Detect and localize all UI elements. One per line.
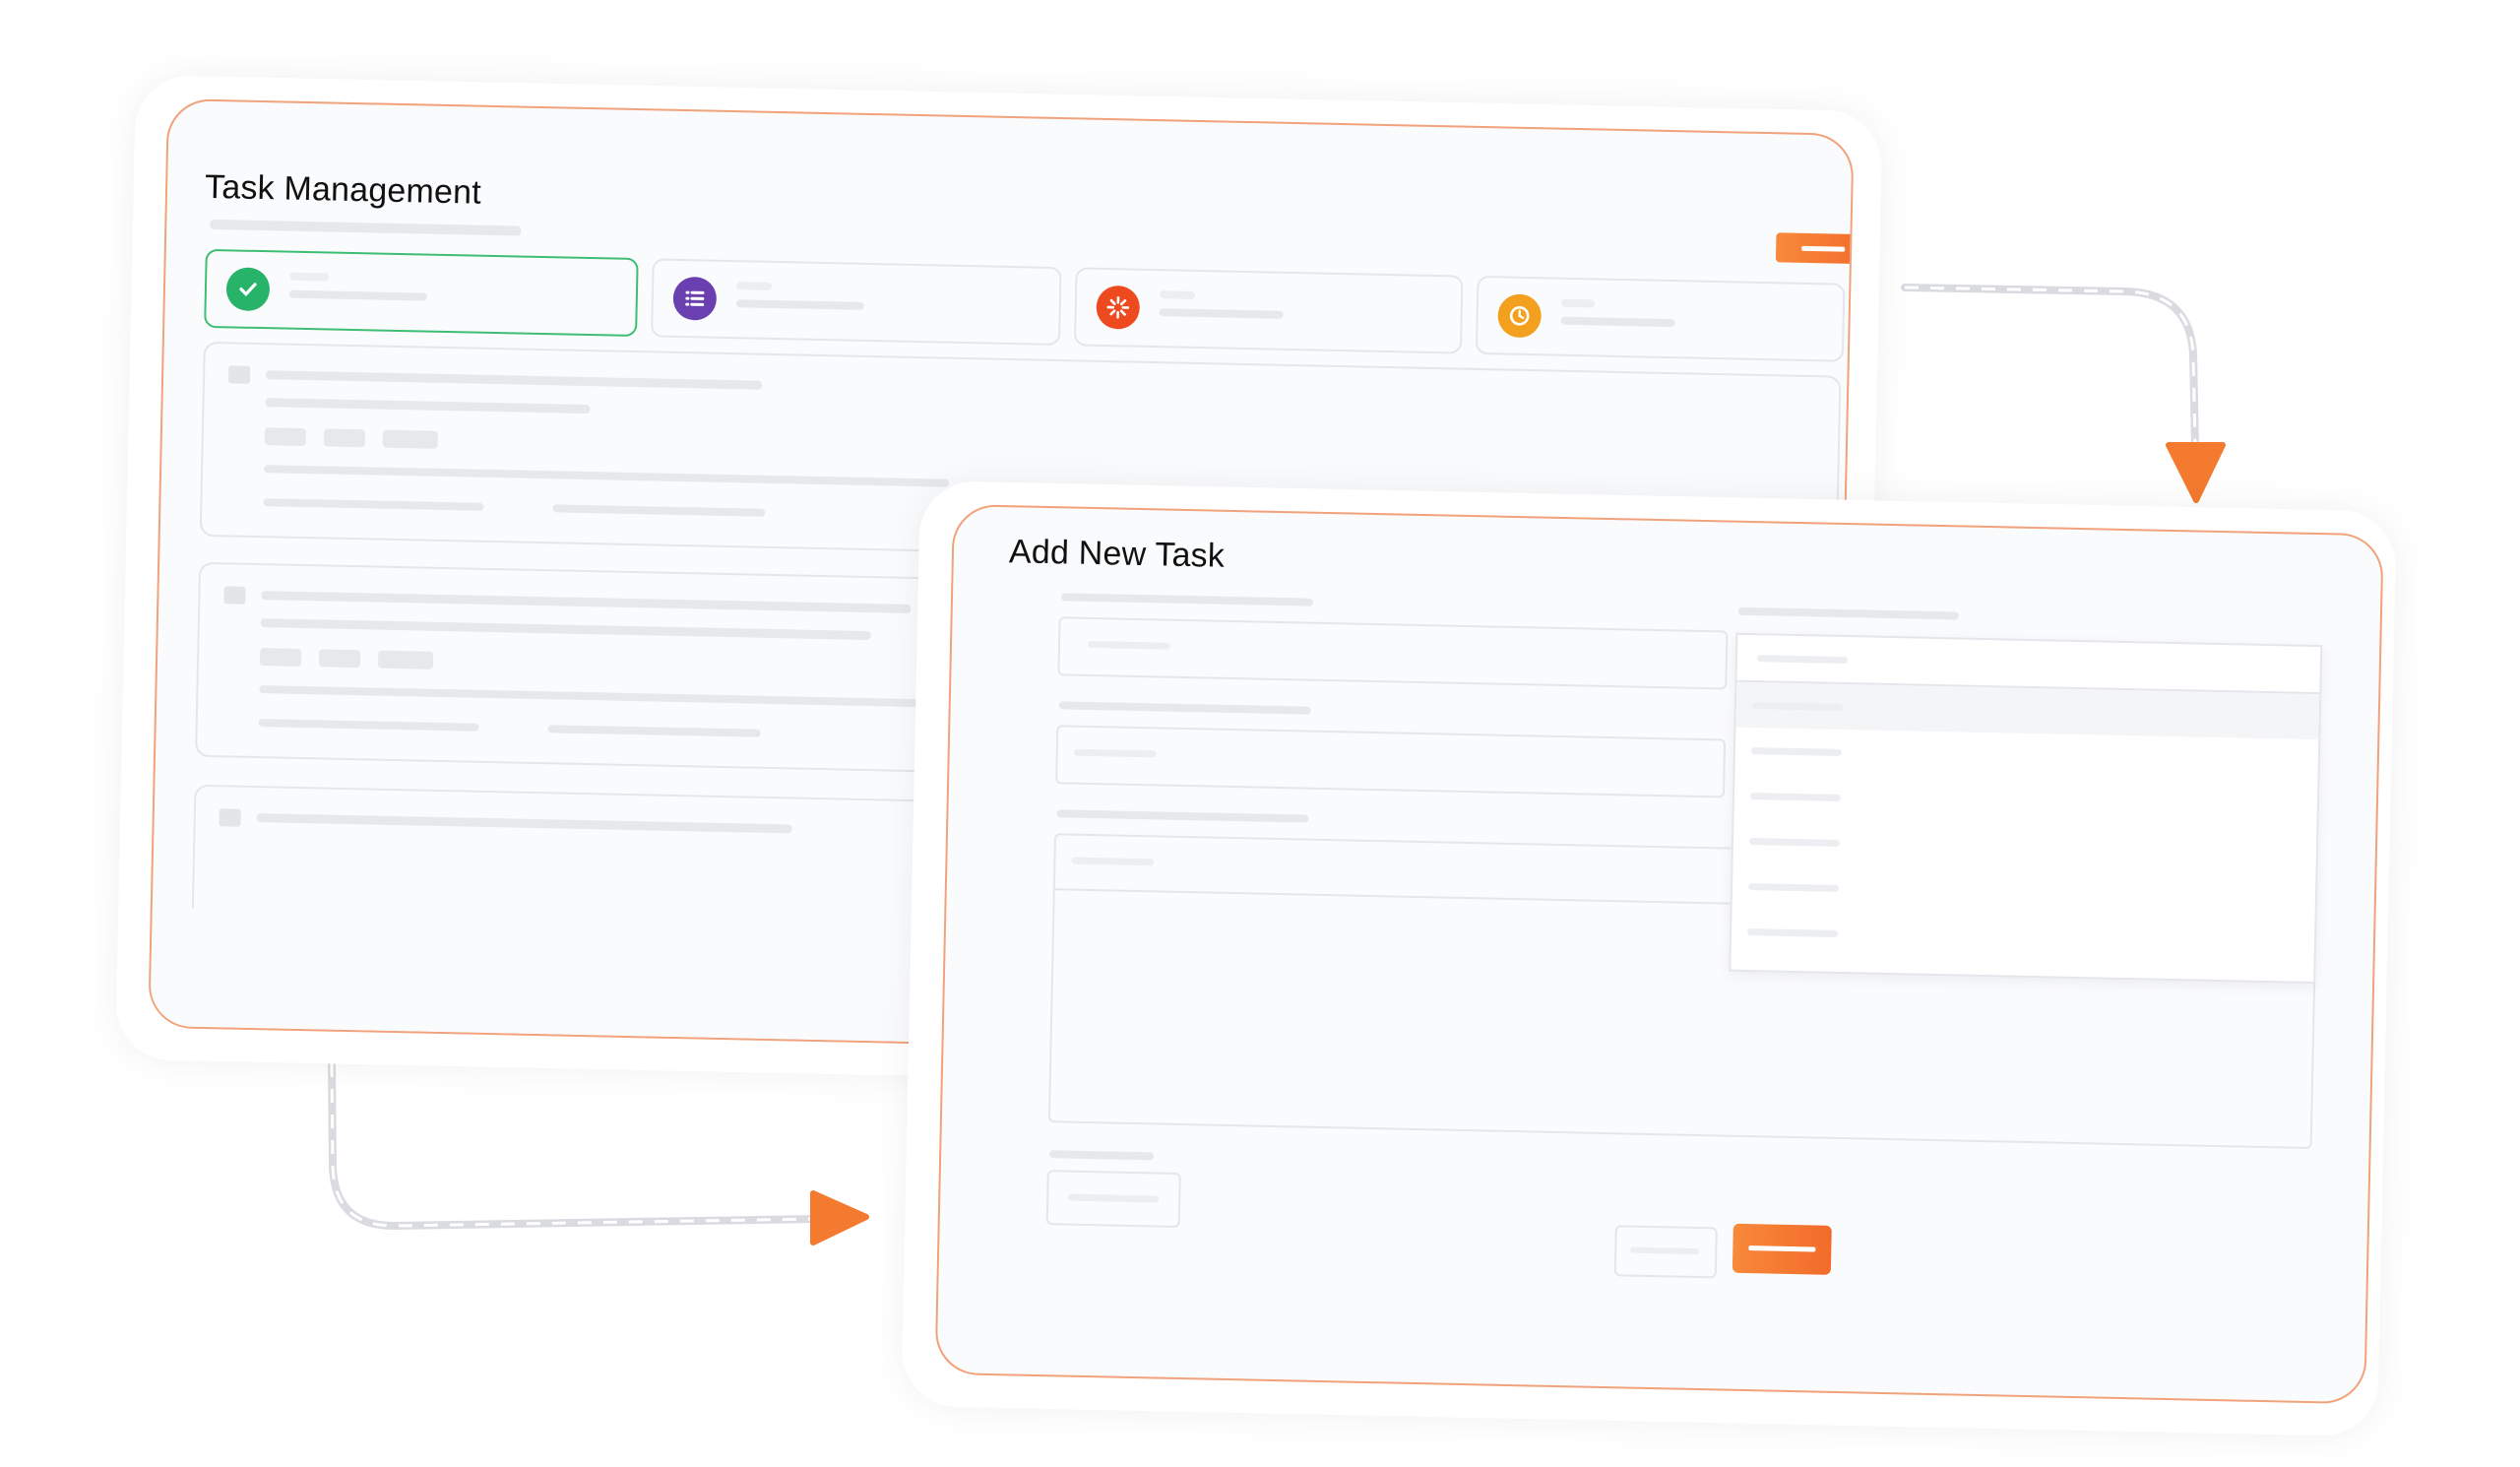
category-dropdown[interactable] (1729, 632, 2323, 985)
clock-icon (1497, 293, 1543, 339)
arrow-right-icon (810, 1190, 869, 1245)
task-checkbox[interactable] (223, 586, 246, 605)
list-icon (672, 276, 718, 321)
category-card-4[interactable] (1475, 275, 1846, 362)
save-button[interactable] (1732, 1223, 1832, 1275)
task-checkbox[interactable] (227, 365, 251, 384)
check-progress-icon (225, 267, 271, 312)
add-task-button[interactable] (1775, 232, 1855, 265)
task-name-field[interactable] (1057, 616, 1729, 690)
category-card-1[interactable] (204, 248, 639, 338)
loader-icon (1096, 285, 1141, 330)
field-label (1060, 593, 1314, 606)
field-label (1049, 1150, 1155, 1161)
dialog-title: Add New Task (1008, 533, 1226, 575)
task-checkbox[interactable] (219, 808, 241, 827)
assignee-field[interactable] (1055, 725, 1727, 798)
category-card-2[interactable] (651, 258, 1062, 347)
category-card-3[interactable] (1073, 267, 1464, 354)
page-title: Task Management (204, 167, 482, 212)
field-label (1056, 809, 1309, 823)
add-task-window: Add New Task (934, 504, 2384, 1405)
due-date-field[interactable] (1045, 1170, 1181, 1228)
cancel-button[interactable] (1613, 1225, 1718, 1279)
field-label (1058, 701, 1311, 715)
field-label (1737, 606, 1959, 620)
arrow-down-icon (2166, 442, 2226, 503)
subtitle-placeholder (210, 219, 522, 236)
